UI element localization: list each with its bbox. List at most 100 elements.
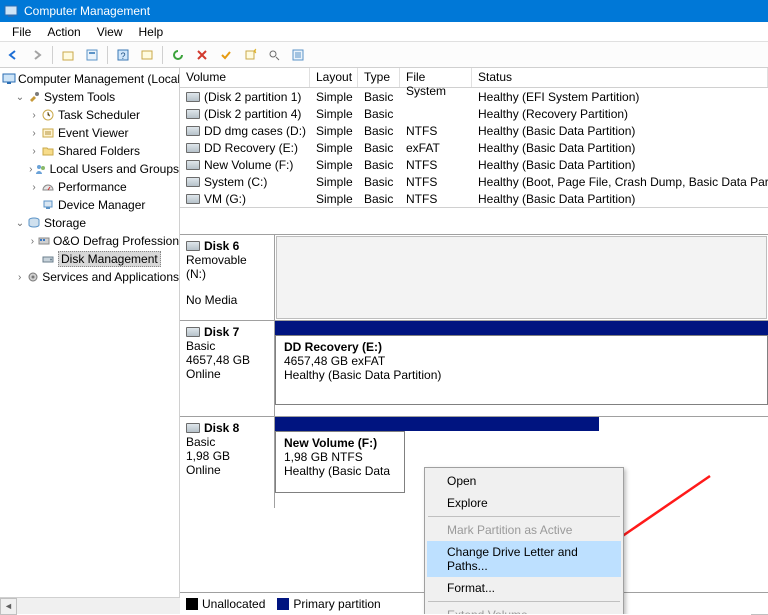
- volume-icon: [186, 194, 200, 204]
- tree-system-tools[interactable]: ⌄ System Tools: [0, 88, 179, 106]
- menu-bar: File Action View Help: [0, 22, 768, 42]
- expander-icon[interactable]: ⌄: [14, 218, 26, 229]
- toolbar-back-button[interactable]: [2, 44, 24, 66]
- event-icon: [40, 125, 56, 141]
- toolbar-search-button[interactable]: [263, 44, 285, 66]
- expander-icon[interactable]: ›: [28, 236, 37, 247]
- sidebar-scrollbar[interactable]: ◄ ►: [0, 597, 180, 614]
- scroll-left-icon[interactable]: ◄: [0, 598, 17, 615]
- partition-dd-recovery[interactable]: DD Recovery (E:) 4657,48 GB exFAT Health…: [275, 335, 768, 405]
- toolbar-refresh-button[interactable]: [167, 44, 189, 66]
- toolbar-delete-button[interactable]: [191, 44, 213, 66]
- tree-storage[interactable]: ⌄ Storage: [0, 214, 179, 232]
- col-filesystem[interactable]: File System: [400, 68, 472, 87]
- menu-file[interactable]: File: [4, 23, 39, 41]
- tree-device-manager[interactable]: Device Manager: [0, 196, 179, 214]
- window-titlebar: Computer Management: [0, 0, 768, 22]
- ctx-format[interactable]: Format...: [427, 577, 621, 599]
- toolbar-forward-button[interactable]: [26, 44, 48, 66]
- content-pane: Volume Layout Type File System Status (D…: [180, 68, 768, 614]
- expander-icon[interactable]: ›: [28, 110, 40, 121]
- volume-row[interactable]: DD Recovery (E:)SimpleBasicexFATHealthy …: [180, 139, 768, 156]
- expander-icon[interactable]: ›: [28, 128, 40, 139]
- disk-empty-area: [276, 236, 767, 319]
- partition-type-bar: [275, 321, 768, 335]
- toolbar-new-button[interactable]: [239, 44, 261, 66]
- users-icon: [34, 161, 48, 177]
- partition-type-bar: [275, 417, 599, 431]
- volume-row[interactable]: VM (G:)SimpleBasicNTFSHealthy (Basic Dat…: [180, 190, 768, 207]
- disk-panel-7[interactable]: Disk 7 Basic 4657,48 GB Online DD Recove…: [180, 320, 768, 416]
- volume-status: Healthy (Basic Data Partition): [472, 192, 768, 206]
- volume-row[interactable]: System (C:)SimpleBasicNTFSHealthy (Boot,…: [180, 173, 768, 190]
- volume-row[interactable]: New Volume (F:)SimpleBasicNTFSHealthy (B…: [180, 156, 768, 173]
- disk-partition-area: DD Recovery (E:) 4657,48 GB exFAT Health…: [275, 321, 768, 416]
- volume-row[interactable]: (Disk 2 partition 4)SimpleBasicHealthy (…: [180, 105, 768, 122]
- tree-root[interactable]: Computer Management (Local: [0, 70, 179, 88]
- ctx-mark-active: Mark Partition as Active: [427, 519, 621, 541]
- volume-status: Healthy (Boot, Page File, Crash Dump, Ba…: [472, 175, 768, 189]
- ctx-explore[interactable]: Explore: [427, 492, 621, 514]
- tree-event-viewer[interactable]: › Event Viewer: [0, 124, 179, 142]
- expander-icon[interactable]: ›: [28, 182, 40, 193]
- volume-name: DD dmg cases (D:): [204, 124, 306, 138]
- volume-name: VM (G:): [204, 192, 246, 206]
- volume-row[interactable]: (Disk 2 partition 1)SimpleBasicHealthy (…: [180, 88, 768, 105]
- navigation-tree: Computer Management (Local ⌄ System Tool…: [0, 68, 180, 614]
- volume-layout: Simple: [310, 175, 358, 189]
- col-status[interactable]: Status: [472, 68, 768, 87]
- volume-icon: [186, 177, 200, 187]
- volume-fs: NTFS: [400, 124, 472, 138]
- tools-icon: [26, 89, 42, 105]
- col-type[interactable]: Type: [358, 68, 400, 87]
- device-icon: [40, 197, 56, 213]
- ctx-change-drive-letter[interactable]: Change Drive Letter and Paths...: [427, 541, 621, 577]
- volume-icon: [186, 92, 200, 102]
- col-volume[interactable]: Volume: [180, 68, 310, 87]
- app-icon: [4, 4, 18, 18]
- expander-icon[interactable]: ›: [28, 146, 40, 157]
- tree-performance[interactable]: › Performance: [0, 178, 179, 196]
- menu-help[interactable]: Help: [131, 23, 172, 41]
- toolbar-separator: [107, 46, 108, 64]
- legend-unallocated: Unallocated: [186, 597, 265, 611]
- expander-icon[interactable]: ⌄: [14, 92, 26, 103]
- tree-disk-management[interactable]: Disk Management: [0, 250, 179, 268]
- tree-shared-folders[interactable]: › Shared Folders: [0, 142, 179, 160]
- menu-action[interactable]: Action: [39, 23, 88, 41]
- disk-info: Disk 7 Basic 4657,48 GB Online: [180, 321, 275, 416]
- tree-defrag[interactable]: › O&O Defrag Profession: [0, 232, 179, 250]
- ctx-separator: [428, 516, 620, 517]
- expander-icon[interactable]: ›: [14, 272, 25, 283]
- menu-view[interactable]: View: [89, 23, 131, 41]
- folder-icon: [40, 143, 56, 159]
- toolbar-check-button[interactable]: [215, 44, 237, 66]
- partition-new-volume[interactable]: New Volume (F:) 1,98 GB NTFS Healthy (Ba…: [275, 431, 405, 493]
- toolbar-up-button[interactable]: [57, 44, 79, 66]
- toolbar-list-button[interactable]: [287, 44, 309, 66]
- defrag-icon: [37, 233, 51, 249]
- ctx-open[interactable]: Open: [427, 470, 621, 492]
- volume-row[interactable]: DD dmg cases (D:)SimpleBasicNTFSHealthy …: [180, 122, 768, 139]
- disk-icon: [186, 241, 200, 251]
- volume-fs: NTFS: [400, 158, 472, 172]
- volume-icon: [186, 109, 200, 119]
- volume-status: Healthy (Basic Data Partition): [472, 124, 768, 138]
- volume-status: Healthy (EFI System Partition): [472, 90, 768, 104]
- toolbar-view-button[interactable]: [136, 44, 158, 66]
- tree-services[interactable]: › Services and Applications: [0, 268, 179, 286]
- disk-info: Disk 6 Removable (N:) No Media: [180, 235, 275, 320]
- volume-name: System (C:): [204, 175, 267, 189]
- volume-name: New Volume (F:): [204, 158, 293, 172]
- volume-layout: Simple: [310, 192, 358, 206]
- disk-panel-6[interactable]: Disk 6 Removable (N:) No Media: [180, 234, 768, 320]
- toolbar: ?: [0, 42, 768, 68]
- volume-list: Volume Layout Type File System Status (D…: [180, 68, 768, 208]
- disk-icon: [186, 327, 200, 337]
- col-layout[interactable]: Layout: [310, 68, 358, 87]
- ctx-separator: [428, 601, 620, 602]
- toolbar-help-button[interactable]: ?: [112, 44, 134, 66]
- tree-task-scheduler[interactable]: › Task Scheduler: [0, 106, 179, 124]
- toolbar-props-button[interactable]: [81, 44, 103, 66]
- tree-local-users[interactable]: › Local Users and Groups: [0, 160, 179, 178]
